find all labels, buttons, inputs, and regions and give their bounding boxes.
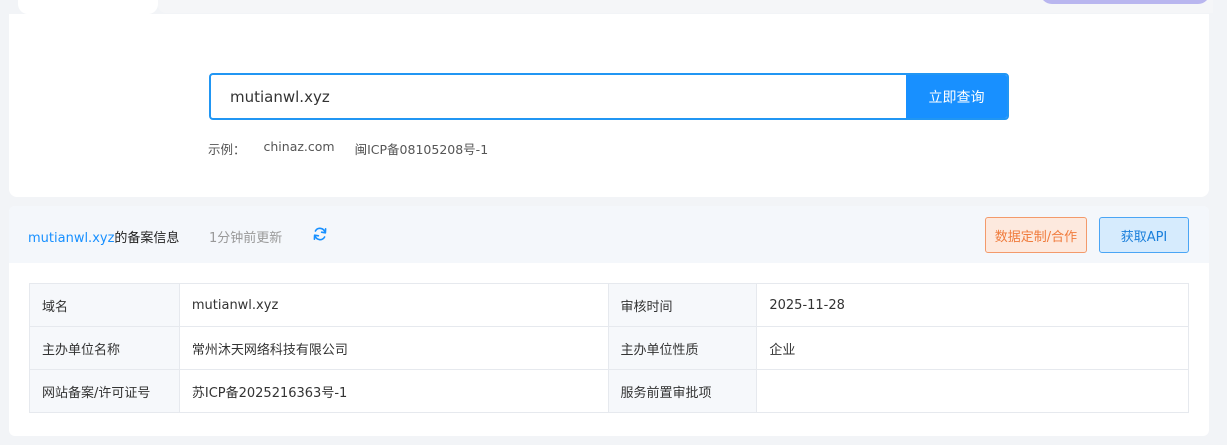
update-time: 1分钟前更新 [209,231,283,246]
table-value: 企业 [756,326,1189,370]
get-api-button[interactable]: 获取API [1099,217,1189,253]
active-tab[interactable] [18,0,158,14]
banner-decoration [1040,0,1210,4]
top-tab-bar [0,0,1227,14]
table-key: 主办单位性质 [607,326,758,370]
icp-info-table: 域名 mutianwl.xyz 审核时间 2025-11-28 主办单位名称 常… [29,283,1189,413]
table-key: 主办单位名称 [29,326,180,370]
search-button[interactable]: 立即查询 [906,75,1007,118]
search-box: 立即查询 [209,73,1009,120]
data-custom-button[interactable]: 数据定制/合作 [985,217,1087,253]
result-card: mutianwl.xyz的备案信息 1分钟前更新 数据定制/合作 获取API 域… [9,206,1209,436]
search-card: 立即查询 示例： chinaz.com 闽ICP备08105208号-1 [9,14,1209,197]
example-link-1[interactable]: chinaz.com [264,139,335,158]
examples: 示例： chinaz.com 闽ICP备08105208号-1 [208,139,508,158]
example-link-2[interactable]: 闽ICP备08105208号-1 [355,139,489,158]
table-key: 审核时间 [607,283,758,327]
table-key: 服务前置审批项 [607,369,758,413]
table-row: 网站备案/许可证号 苏ICP备2025216363号-1 服务前置审批项 [29,369,1189,413]
table-key: 网站备案/许可证号 [29,369,180,413]
result-header: mutianwl.xyz的备案信息 1分钟前更新 数据定制/合作 获取API [9,206,1209,263]
table-value [756,369,1189,413]
search-input[interactable] [211,75,906,118]
table-value: mutianwl.xyz [178,283,609,327]
table-value: 常州沐天网络科技有限公司 [178,326,609,370]
result-title-suffix: 的备案信息 [114,231,180,246]
table-value: 苏ICP备2025216363号-1 [178,369,609,413]
table-row: 主办单位名称 常州沐天网络科技有限公司 主办单位性质 企业 [29,326,1189,370]
table-row: 域名 mutianwl.xyz 审核时间 2025-11-28 [29,283,1189,327]
table-value: 2025-11-28 [756,283,1189,327]
result-domain[interactable]: mutianwl.xyz [28,231,114,246]
table-key: 域名 [29,283,180,327]
refresh-icon[interactable] [312,226,328,242]
result-title: mutianwl.xyz的备案信息 [28,227,179,246]
examples-label: 示例： [208,142,246,157]
